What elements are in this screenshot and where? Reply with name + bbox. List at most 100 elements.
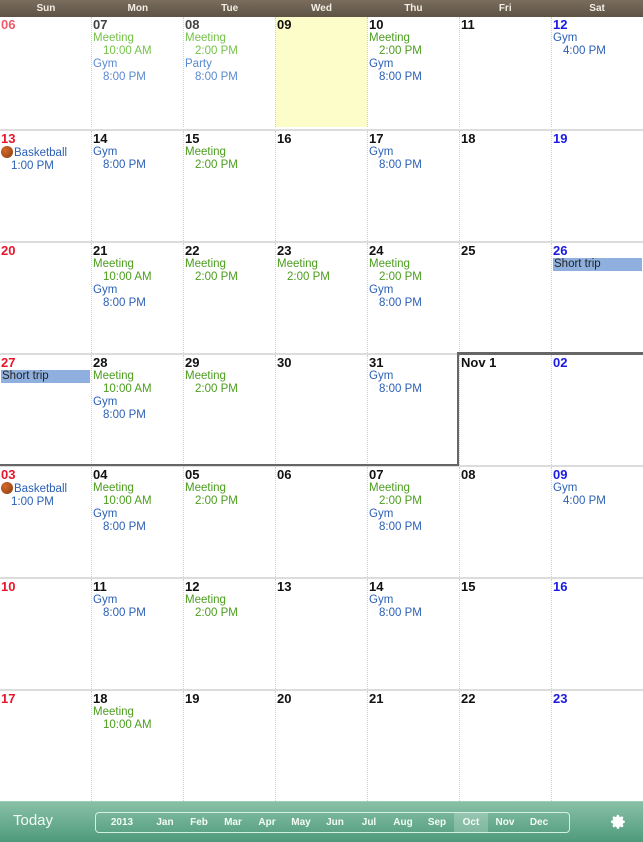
month-sep[interactable]: Sep [420,813,454,832]
day-cell[interactable]: 11 [459,17,551,127]
event-item[interactable]: Meeting 2:00 PM [277,258,366,283]
month-jun[interactable]: Jun [318,813,352,832]
day-cell[interactable]: 12 Meeting 2:00 PM [183,579,275,689]
event-item[interactable]: Gym 8:00 PM [369,58,458,83]
day-cell[interactable]: 21 [367,691,459,801]
event-item[interactable]: Gym 8:00 PM [369,146,458,171]
event-item[interactable]: Meeting 2:00 PM [369,258,458,283]
day-cell[interactable]: 03 Basketball 1:00 PM [0,467,91,577]
day-cell[interactable]: 21 Meeting 10:00 AM Gym 8:00 PM [91,243,183,353]
day-cell[interactable]: 08 Meeting 2:00 PM Party 8:00 PM [183,17,275,127]
event-item[interactable]: Meeting 2:00 PM [185,146,274,171]
event-item[interactable]: Gym 8:00 PM [369,284,458,309]
day-cell[interactable]: 14 Gym 8:00 PM [91,131,183,241]
event-item[interactable]: Meeting 10:00 AM [93,370,182,395]
day-cell[interactable]: 20 [275,691,367,801]
event-item[interactable]: Gym 8:00 PM [93,284,182,309]
event-item[interactable]: Meeting 2:00 PM [185,258,274,283]
day-cell[interactable]: 12 Gym 4:00 PM [551,17,643,127]
month-apr[interactable]: Apr [250,813,284,832]
month-may[interactable]: May [284,813,318,832]
event-item[interactable]: Gym 8:00 PM [93,58,182,83]
day-cell[interactable]: 10 Meeting 2:00 PM Gym 8:00 PM [367,17,459,127]
day-cell[interactable]: 25 [459,243,551,353]
day-cell[interactable]: 29 Meeting 2:00 PM [183,355,275,465]
event-bar[interactable]: Short trip [1,370,90,383]
event-item[interactable]: Basketball 1:00 PM [1,146,90,172]
month-feb[interactable]: Feb [182,813,216,832]
day-cell[interactable]: 13 Basketball 1:00 PM [0,131,91,241]
event-item[interactable]: Basketball 1:00 PM [1,482,90,508]
month-mar[interactable]: Mar [216,813,250,832]
event-item[interactable]: Gym 8:00 PM [369,370,458,395]
event-item[interactable]: Meeting 2:00 PM [369,482,458,507]
event-item[interactable]: Meeting 2:00 PM [185,32,274,57]
event-item[interactable]: Meeting 2:00 PM [185,370,274,395]
month-jul[interactable]: Jul [352,813,386,832]
day-cell[interactable]: 26 Short trip [551,243,643,353]
event-item[interactable]: Meeting 2:00 PM [369,32,458,57]
day-cell[interactable]: 15 [459,579,551,689]
day-cell[interactable]: 18 [459,131,551,241]
day-cell[interactable]: 05 Meeting 2:00 PM [183,467,275,577]
event-item[interactable]: Gym 8:00 PM [93,396,182,421]
event-item[interactable]: Gym 8:00 PM [93,508,182,533]
day-cell[interactable]: 02 [551,355,643,465]
day-cell[interactable]: 14 Gym 8:00 PM [367,579,459,689]
month-oct[interactable]: Oct [454,813,488,832]
day-cell[interactable]: 06 [275,467,367,577]
day-cell[interactable]: 07 Meeting 10:00 AM Gym 8:00 PM [91,17,183,127]
day-cell[interactable]: 11 Gym 8:00 PM [91,579,183,689]
month-nov[interactable]: Nov [488,813,522,832]
day-cell[interactable]: 04 Meeting 10:00 AM Gym 8:00 PM [91,467,183,577]
day-cell[interactable]: 16 [275,131,367,241]
month-jan[interactable]: Jan [148,813,182,832]
day-cell[interactable]: 13 [275,579,367,689]
day-cell[interactable]: 20 [0,243,91,353]
event-item[interactable]: Party 8:00 PM [185,58,274,83]
day-cell[interactable]: 16 [551,579,643,689]
event-item[interactable]: Gym 8:00 PM [93,594,182,619]
event-bar[interactable]: Short trip [553,258,642,271]
event-item[interactable]: Meeting 10:00 AM [93,706,182,731]
event-item[interactable]: Meeting 10:00 AM [93,32,182,57]
day-cell[interactable]: Nov 1 [459,355,551,465]
day-cell[interactable]: 17 Gym 8:00 PM [367,131,459,241]
year-label[interactable]: 2013 [96,817,148,828]
event-item[interactable]: Gym 8:00 PM [93,146,182,171]
day-cell[interactable]: 09 Gym 4:00 PM [551,467,643,577]
day-cell[interactable]: 10 [0,579,91,689]
day-cell[interactable]: 23 [551,691,643,801]
day-cell[interactable]: 06 [0,17,91,127]
today-button[interactable]: Today [13,812,53,829]
day-cell[interactable]: 27 Short trip [0,355,91,465]
event-item[interactable]: Gym 4:00 PM [553,482,642,507]
day-cell[interactable]: 24 Meeting 2:00 PM Gym 8:00 PM [367,243,459,353]
day-cell[interactable]: 08 [459,467,551,577]
day-cell[interactable]: 15 Meeting 2:00 PM [183,131,275,241]
day-cell[interactable]: 31 Gym 8:00 PM [367,355,459,465]
day-cell[interactable]: 09 [275,17,367,127]
event-item[interactable]: Meeting 2:00 PM [185,482,274,507]
event-item[interactable]: Gym 8:00 PM [369,508,458,533]
day-cell[interactable]: 17 [0,691,91,801]
day-cell[interactable]: 07 Meeting 2:00 PM Gym 8:00 PM [367,467,459,577]
day-cell[interactable]: 19 [551,131,643,241]
day-cell[interactable]: 19 [183,691,275,801]
day-cell[interactable]: 22 Meeting 2:00 PM [183,243,275,353]
event-item[interactable]: Gym 4:00 PM [553,32,642,57]
event-time: 8:00 PM [379,296,422,309]
day-cell[interactable]: 30 [275,355,367,465]
day-cell[interactable]: 22 [459,691,551,801]
month-dec[interactable]: Dec [522,813,556,832]
event-item[interactable]: Meeting 10:00 AM [93,482,182,507]
day-cell[interactable]: 23 Meeting 2:00 PM [275,243,367,353]
day-cell[interactable]: 18 Meeting 10:00 AM [91,691,183,801]
month-aug[interactable]: Aug [386,813,420,832]
event-item[interactable]: Gym 8:00 PM [369,594,458,619]
gear-icon[interactable] [610,814,627,831]
event-title: Meeting [93,370,134,382]
event-item[interactable]: Meeting 2:00 PM [185,594,274,619]
day-cell[interactable]: 28 Meeting 10:00 AM Gym 8:00 PM [91,355,183,465]
event-item[interactable]: Meeting 10:00 AM [93,258,182,283]
